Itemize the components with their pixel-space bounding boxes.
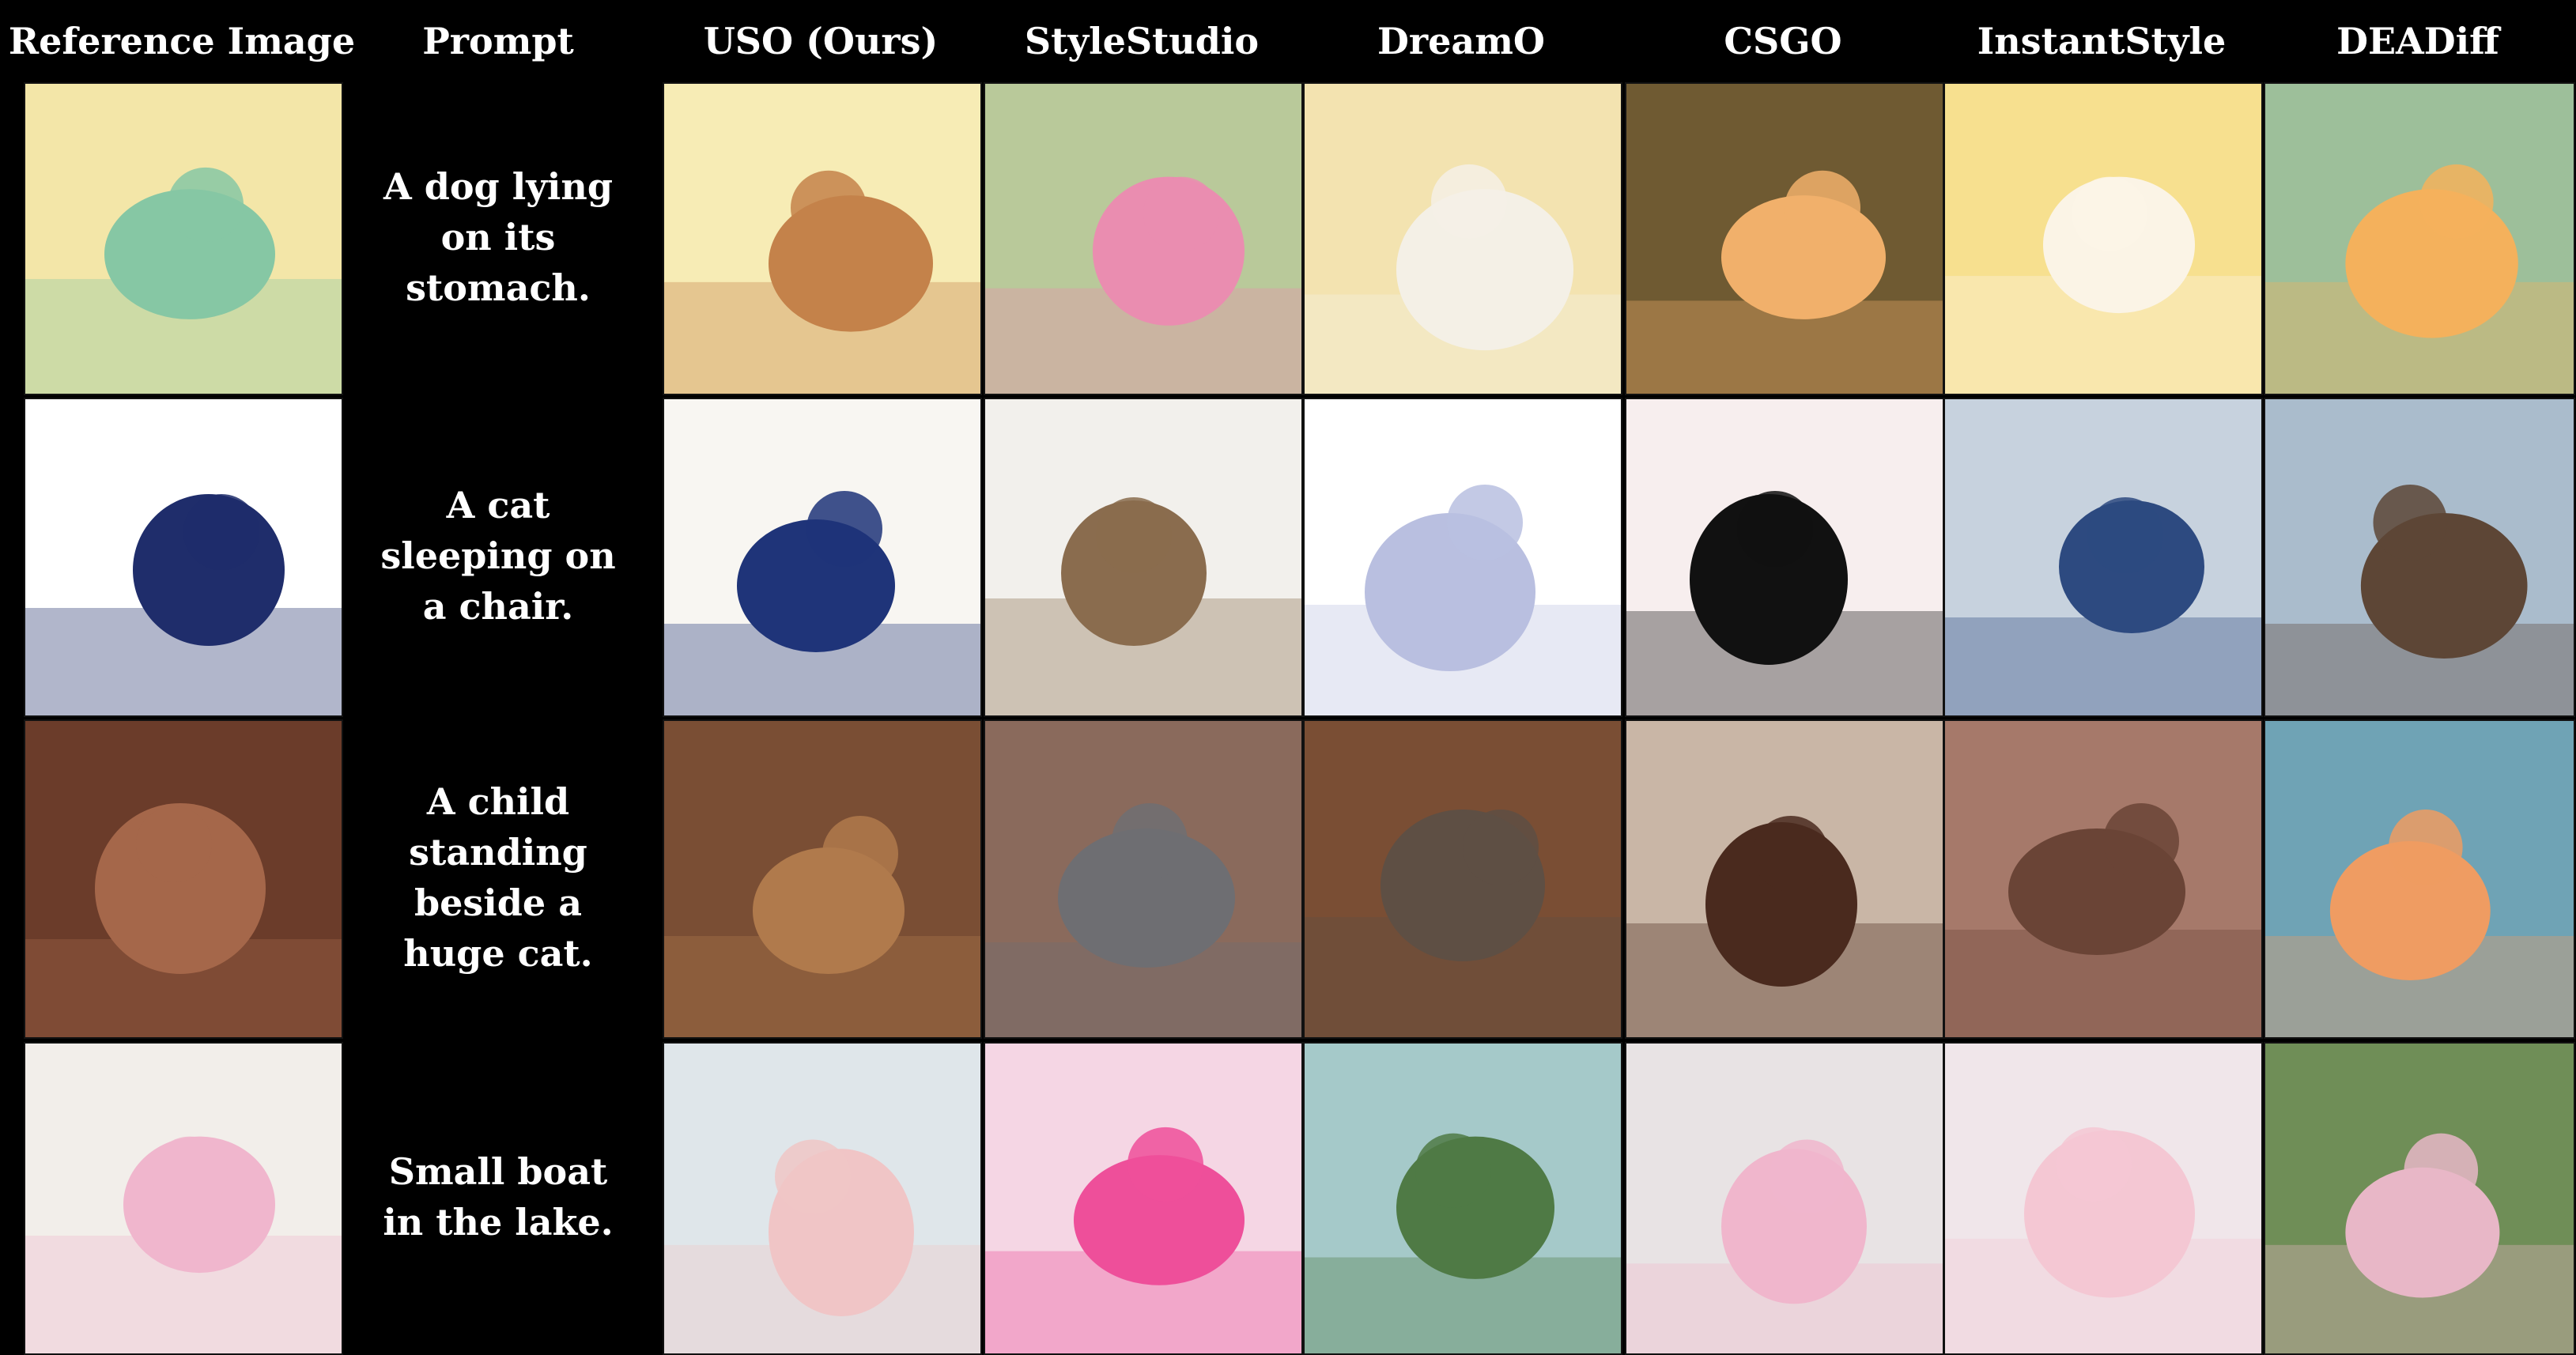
result-image-row-0-col-4 — [1943, 82, 2263, 395]
result-image-row-2-col-3 — [1625, 719, 1944, 1039]
result-thumbnail — [1945, 399, 2261, 715]
result-thumbnail — [1305, 399, 1621, 715]
reference-thumbnail — [25, 1044, 342, 1353]
result-image-row-3-col-3 — [1625, 1042, 1944, 1355]
result-image-row-1-col-5 — [2264, 398, 2575, 717]
result-thumbnail — [1305, 84, 1621, 394]
result-thumbnail — [1945, 721, 2261, 1037]
reference-thumbnail — [25, 399, 342, 715]
result-thumbnail — [1626, 1044, 1943, 1353]
result-image-row-1-col-3 — [1625, 398, 1944, 717]
result-image-row-2-col-1 — [984, 719, 1303, 1039]
result-thumbnail — [2265, 399, 2574, 715]
result-image-row-1-col-4 — [1943, 398, 2263, 717]
result-image-row-2-col-2 — [1303, 719, 1622, 1039]
column-header-0: Reference Image — [8, 20, 356, 62]
prompt-text-row-2: A child standing beside a huge cat. — [403, 780, 593, 975]
reference-image-row-2 — [24, 719, 343, 1039]
result-image-row-3-col-2 — [1303, 1042, 1622, 1355]
result-image-row-1-col-0 — [663, 398, 982, 717]
column-header-2: USO (Ours) — [703, 20, 939, 62]
result-thumbnail — [1626, 721, 1943, 1037]
column-header-7: DEADiff — [2336, 20, 2499, 62]
result-thumbnail — [985, 1044, 1301, 1353]
result-thumbnail — [985, 399, 1301, 715]
result-thumbnail — [1626, 84, 1943, 394]
comparison-figure: Reference Image Prompt USO (Ours) StyleStud… — [0, 0, 2576, 1355]
result-image-row-1-col-1 — [984, 398, 1303, 717]
result-image-row-3-col-1 — [984, 1042, 1303, 1355]
reference-thumbnail — [25, 84, 342, 394]
result-image-row-3-col-5 — [2264, 1042, 2575, 1355]
result-thumbnail — [1945, 84, 2261, 394]
result-image-row-2-col-4 — [1943, 719, 2263, 1039]
result-thumbnail — [664, 84, 980, 394]
result-image-row-0-col-2 — [1303, 82, 1622, 395]
result-thumbnail — [1945, 1044, 2261, 1353]
column-header-4: DreamO — [1377, 20, 1545, 62]
reference-thumbnail — [25, 721, 342, 1037]
reference-image-row-3 — [24, 1042, 343, 1355]
result-image-row-1-col-2 — [1303, 398, 1622, 717]
reference-image-row-1 — [24, 398, 343, 717]
result-image-row-0-col-5 — [2264, 82, 2575, 395]
result-thumbnail — [664, 399, 980, 715]
result-thumbnail — [2265, 1044, 2574, 1353]
column-header-6: InstantStyle — [1977, 20, 2227, 62]
result-thumbnail — [985, 721, 1301, 1037]
result-thumbnail — [664, 1044, 980, 1353]
column-header-3: StyleStudio — [1024, 20, 1260, 62]
reference-image-row-0 — [24, 82, 343, 395]
result-image-row-2-col-5 — [2264, 719, 2575, 1039]
column-header-5: CSGO — [1724, 20, 1842, 62]
result-thumbnail — [1626, 399, 1943, 715]
prompt-text-row-3: Small boat in the lake. — [383, 1150, 614, 1244]
result-thumbnail — [1305, 1044, 1621, 1353]
result-image-row-3-col-0 — [663, 1042, 982, 1355]
result-thumbnail — [1305, 721, 1621, 1037]
result-image-row-2-col-0 — [663, 719, 982, 1039]
result-image-row-0-col-0 — [663, 82, 982, 395]
result-thumbnail — [664, 721, 980, 1037]
result-thumbnail — [2265, 84, 2574, 394]
result-image-row-3-col-4 — [1943, 1042, 2263, 1355]
column-header-1: Prompt — [422, 20, 574, 62]
prompt-text-row-1: A cat sleeping on a chair. — [380, 484, 616, 628]
result-image-row-0-col-3 — [1625, 82, 1944, 395]
prompt-text-row-0: A dog lying on its stomach. — [383, 165, 613, 309]
result-image-row-0-col-1 — [984, 82, 1303, 395]
result-thumbnail — [2265, 721, 2574, 1037]
result-thumbnail — [985, 84, 1301, 394]
